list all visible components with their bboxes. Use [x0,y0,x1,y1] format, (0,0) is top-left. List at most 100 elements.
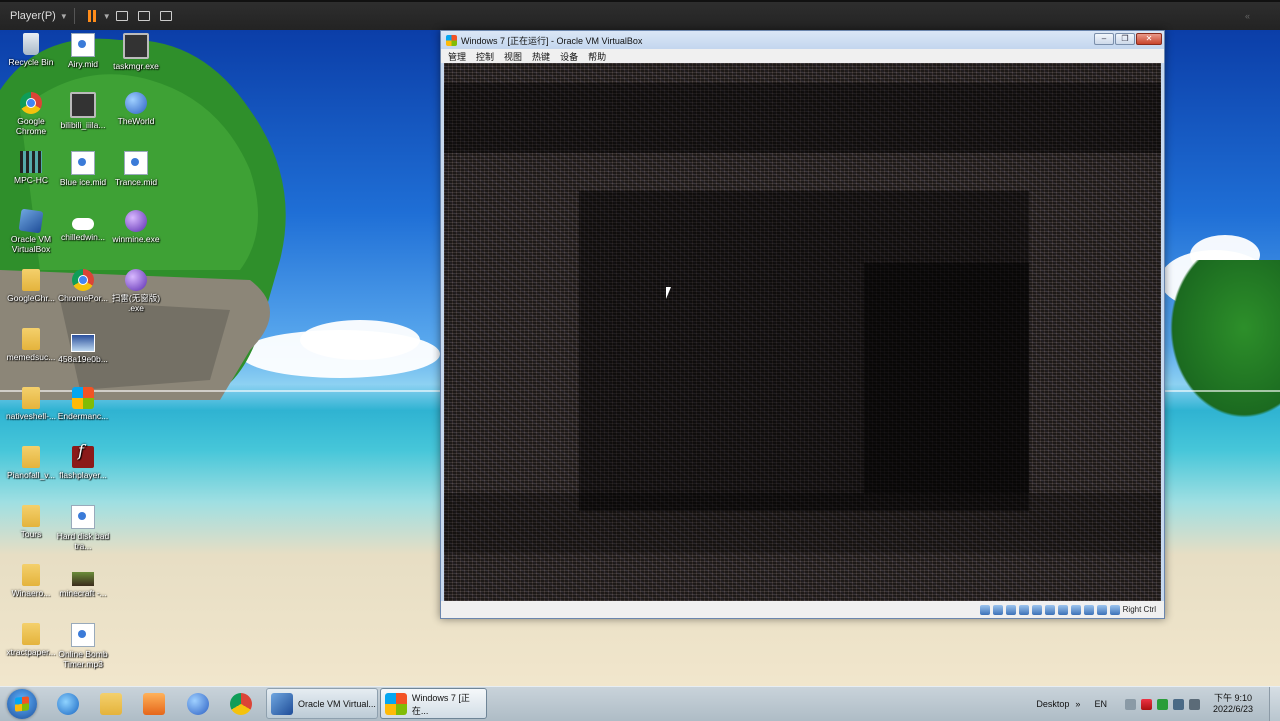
desktop-icon-label: Winaero... [11,588,51,598]
desktop-icon-label: winmine.exe [112,234,160,244]
menu-item-help[interactable]: 帮助 [588,50,606,63]
desktop-icon[interactable]: Tours [2,505,60,539]
pause-icon [87,10,91,22]
desktop-icon[interactable]: Pianofall_v... [2,446,60,480]
desktop-icon[interactable]: memedsuc... [2,328,60,362]
desktop-icon[interactable]: bilibili_iiila... [54,92,112,130]
desktop-toolbar-label[interactable]: Desktop [1036,699,1069,709]
vm-display[interactable] [444,63,1161,601]
menu-item-control[interactable]: 控制 [476,50,494,63]
desktop-icon[interactable]: Recycle Bin [2,33,60,67]
desktop-icon[interactable]: ChromePor... [54,269,112,303]
unity-icon [159,11,172,21]
desktop-icon[interactable]: nativeshell-... [2,387,60,421]
chrome-icon [230,693,252,715]
vbox-statusbar: Right Ctrl [441,601,1164,618]
keyboard-capture-icon[interactable] [1109,604,1120,615]
desktop-icon[interactable]: chilledwin... [54,210,112,242]
desktop-icon[interactable]: Trance.mid [107,151,165,187]
desktop-icon[interactable]: Airy.mid [54,33,112,69]
desktop-icon[interactable]: winmine.exe [107,210,165,244]
clock[interactable]: 下午 9:10 2022/6/23 [1213,693,1253,715]
desktop-icon-label: taskmgr.exe [113,61,159,71]
taskbar-task-virtualbox[interactable]: Oracle VM Virtual... [266,688,378,719]
taskbar-task-windows7-vm[interactable]: Windows 7 [正在... [380,688,487,719]
shared-folder-icon[interactable] [1044,604,1055,615]
audio-file-icon [71,623,95,647]
window-titlebar[interactable]: Windows 7 [正在运行] - Oracle VM VirtualBox … [441,31,1164,49]
desktop-icon[interactable]: Winaero... [2,564,60,598]
desktop-icon-label: flashplayer... [59,470,107,480]
taskbar-pin-explorer[interactable] [93,690,129,718]
optical-drive-icon[interactable] [992,604,1003,615]
vbox-menubar: 管理 控制 视图 热键 设备 帮助 [441,49,1164,63]
show-desktop-button[interactable] [1269,687,1280,721]
volume-icon[interactable] [1188,698,1200,710]
language-indicator[interactable]: EN [1094,699,1107,709]
virtualbox-window[interactable]: Windows 7 [正在运行] - Oracle VM VirtualBox … [440,30,1165,619]
folder-icon [22,564,40,586]
player-menu-label: Player(P) [10,10,56,22]
desktop-icon[interactable]: Google Chrome [2,92,60,136]
display-icon[interactable] [1057,604,1068,615]
desktop-icon[interactable]: taskmgr.exe [107,33,165,71]
minesweeper-icon [125,210,147,232]
desktop-icon[interactable]: 458a19e0b... [54,328,112,364]
usb-icon[interactable] [1031,604,1042,615]
taskbar-pin-chrome[interactable] [223,690,259,718]
network-icon[interactable] [1172,698,1184,710]
chevron-down-icon[interactable]: ▼ [103,12,111,21]
taskbar-pin-theworld[interactable] [180,690,216,718]
menu-item-hotkeys[interactable]: 热键 [532,50,550,63]
shield-icon[interactable] [1140,698,1152,710]
media-player-icon [143,693,165,715]
fullscreen-button[interactable] [133,6,155,26]
toolbar-chevron-icon[interactable]: » [1075,699,1080,709]
desktop-icon[interactable]: TheWorld [107,92,165,126]
start-button[interactable] [7,689,37,719]
network-icon[interactable] [1018,604,1029,615]
theworld-browser-icon [187,693,209,715]
taskbar-pin-media-player[interactable] [136,690,172,718]
folder-icon [22,269,40,291]
desktop-icon[interactable]: flashplayer... [54,446,112,480]
image-file-icon [71,334,95,352]
menu-item-view[interactable]: 视图 [504,50,522,63]
keyboard-icon [115,11,128,21]
desktop-icon[interactable]: Online Bomb Timer.mp3 [54,623,112,669]
restore-button[interactable]: ❐ [1115,33,1135,45]
desktop-icon[interactable]: MPC-HC [2,151,60,185]
mouse-cursor-icon [666,287,671,299]
desktop-icon-label: bilibili_iiila... [60,120,106,130]
unity-mode-button[interactable] [155,6,177,26]
minesweeper-icon [125,269,147,291]
desktop-icon[interactable]: Blue ice.mid [54,151,112,187]
desktop-icon[interactable]: minecraft -... [54,564,112,598]
menu-item-devices[interactable]: 设备 [560,50,578,63]
taskbar-pin-ie[interactable] [50,690,86,718]
desktop-icon[interactable]: 扫雷(无窗版) .exe [107,269,165,313]
desktop-icon[interactable]: Oracle VM VirtualBox [2,208,60,254]
cpu-icon[interactable] [1083,604,1094,615]
battery-icon[interactable] [1156,698,1168,710]
audio-icon[interactable] [1005,604,1016,615]
desktop-icon[interactable]: xtractpaper... [2,623,60,657]
desktop-icon[interactable]: Hard disk bad tra... [54,505,112,551]
menu-item-manage[interactable]: 管理 [448,50,466,63]
host-key-label: Right Ctrl [1122,605,1156,614]
close-button[interactable]: ✕ [1136,33,1162,45]
desktop-icon[interactable]: Endermanc... [54,387,112,421]
send-ctrl-alt-del-button[interactable] [111,6,133,26]
mpc-hc-icon [20,151,42,173]
glitch-region [864,263,1029,493]
toolbar-separator [73,8,75,24]
mouse-integration-icon[interactable] [1096,604,1107,615]
tray-expand-icon[interactable] [1124,698,1136,710]
hard-disk-icon[interactable] [979,604,990,615]
minimize-button[interactable]: – [1094,33,1114,45]
video-capture-icon[interactable] [1070,604,1081,615]
player-menu[interactable]: Player(P) ▼ [10,10,68,22]
pause-button[interactable] [81,6,103,26]
player-right-controls[interactable]: « [1245,11,1250,21]
desktop-icon[interactable]: GoogleChr... [2,269,60,303]
